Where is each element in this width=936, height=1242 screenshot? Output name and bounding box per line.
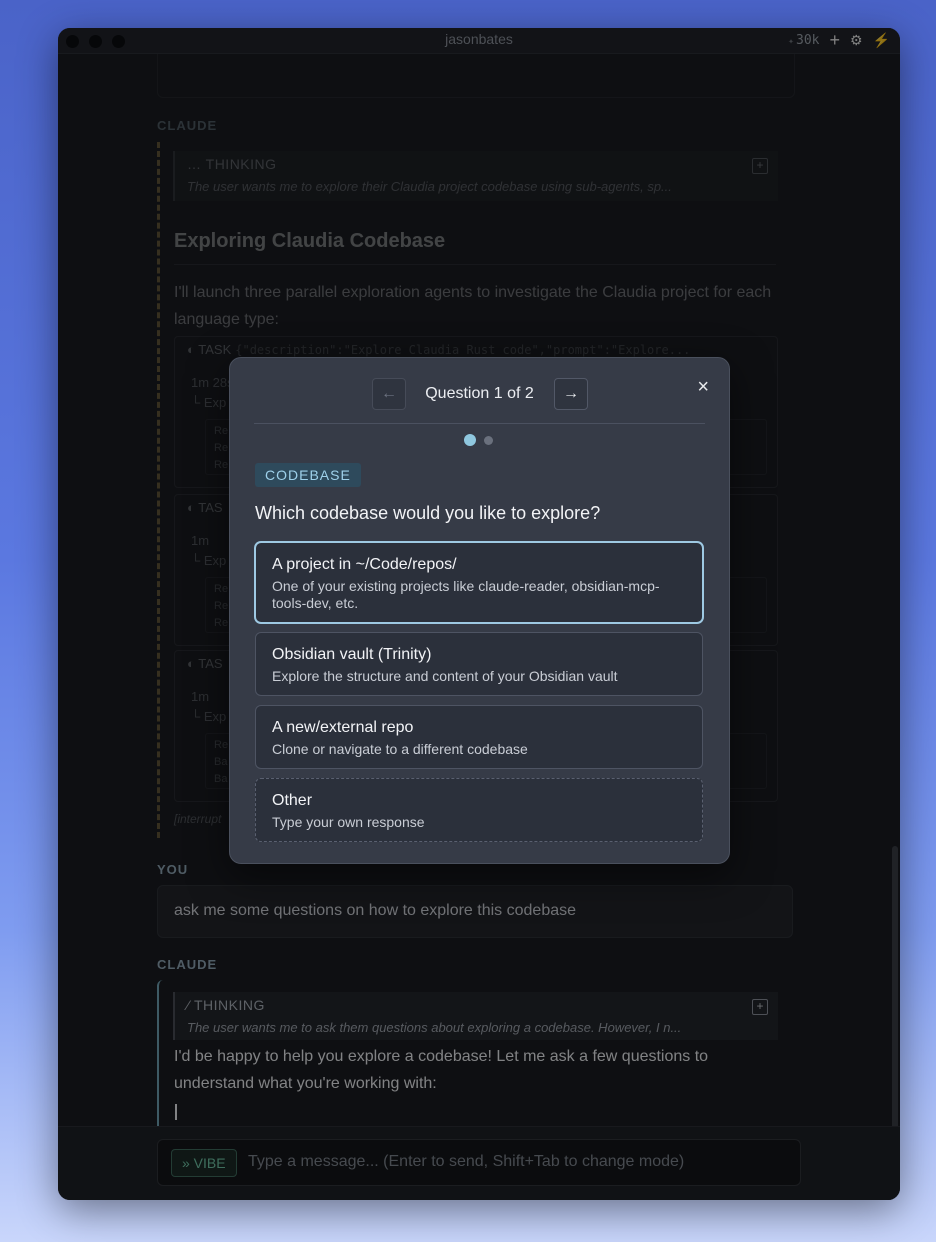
option-label: Obsidian vault (Trinity) [272, 646, 432, 663]
close-icon[interactable]: × [697, 376, 709, 399]
modal-divider [254, 423, 705, 424]
option-label: A project in ~/Code/repos/ [272, 556, 457, 573]
option-description: Type your own response [272, 814, 425, 830]
option-label: Other [272, 792, 313, 809]
option-other[interactable]: Other Type your own response [255, 778, 703, 842]
question-text: Which codebase would you like to explore… [255, 503, 601, 523]
next-question-button[interactable]: → [554, 378, 588, 410]
progress-dot-active [464, 434, 476, 446]
option-description: Explore the structure and content of you… [272, 668, 618, 684]
option-description: One of your existing projects like claud… [272, 578, 660, 611]
question-category-tag: CODEBASE [255, 463, 361, 487]
progress-dot [483, 435, 493, 445]
option-description: Clone or navigate to a different codebas… [272, 741, 528, 757]
question-counter: Question 1 of 2 [425, 385, 534, 402]
option-project-repos[interactable]: A project in ~/Code/repos/ One of your e… [255, 542, 703, 623]
option-label: A new/external repo [272, 719, 414, 736]
question-dialog: ← Question 1 of 2 → × CODEBASE Which cod… [229, 357, 730, 864]
option-external-repo[interactable]: A new/external repo Clone or navigate to… [255, 705, 703, 769]
option-obsidian-vault[interactable]: Obsidian vault (Trinity) Explore the str… [255, 632, 703, 696]
